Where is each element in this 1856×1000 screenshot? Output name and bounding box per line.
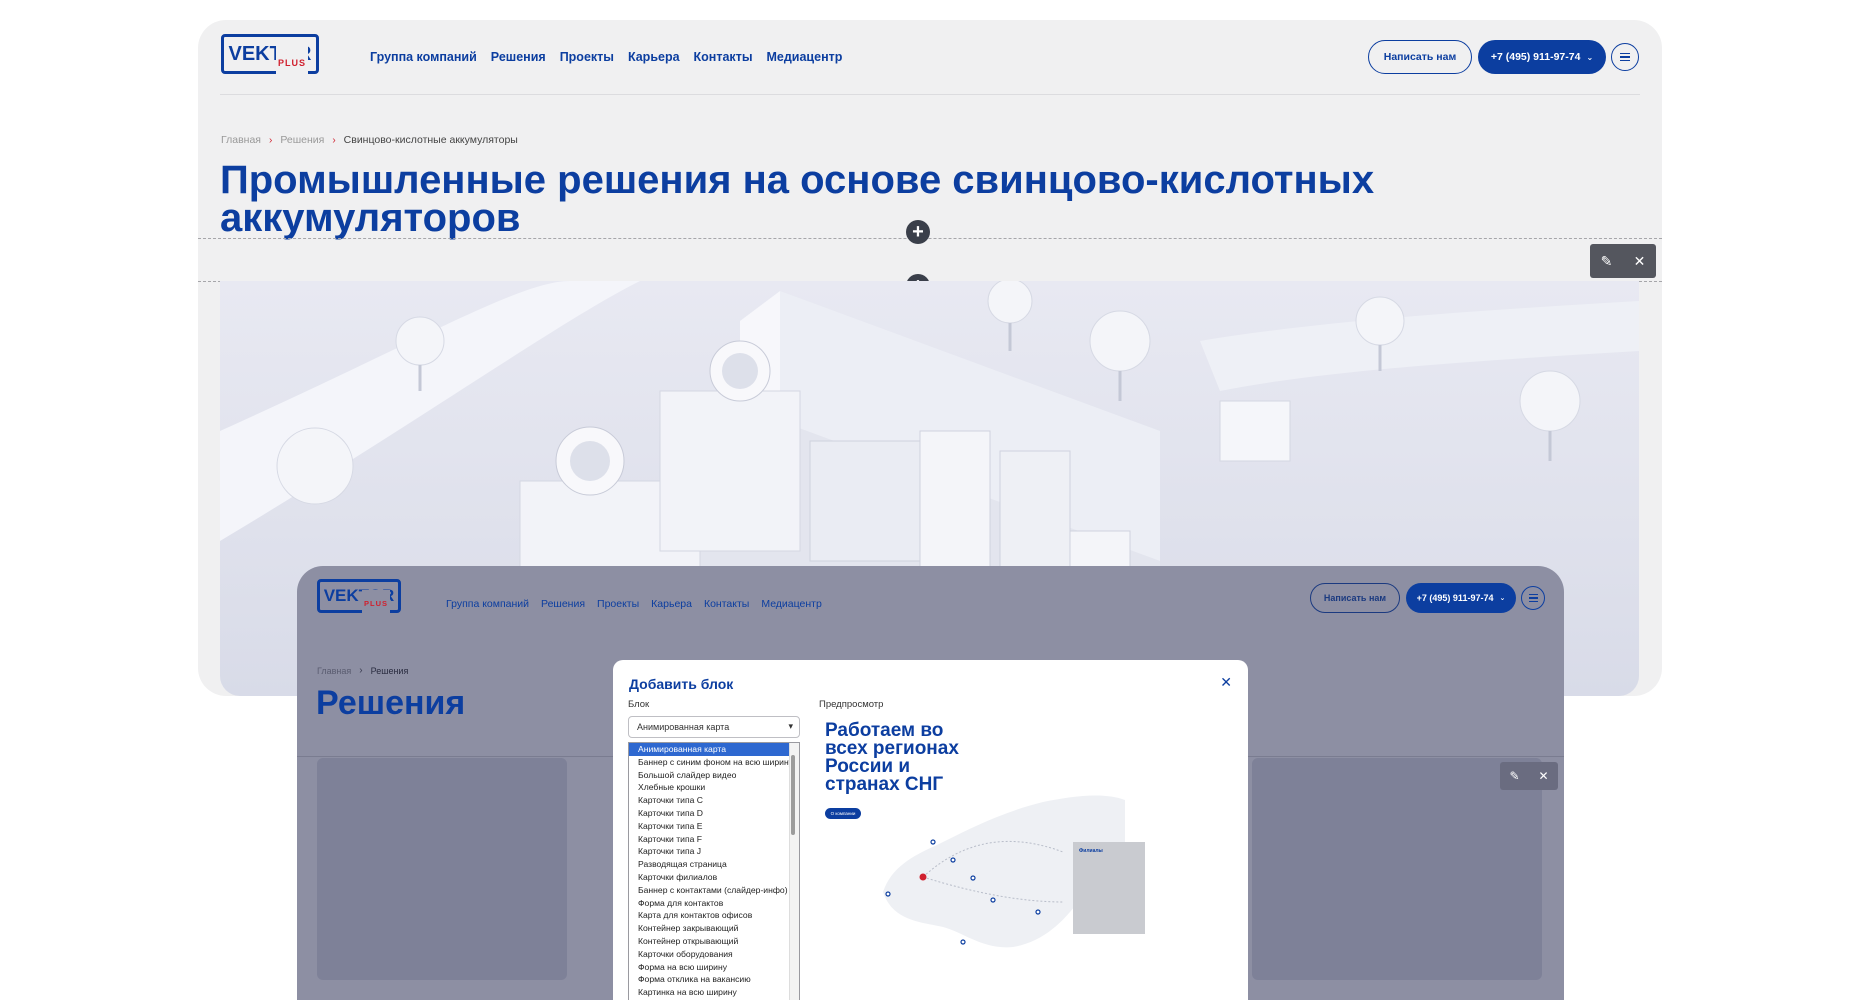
solutions-card-image <box>1252 758 1542 980</box>
list-item[interactable]: Форма для контактов <box>629 897 799 910</box>
menu-icon <box>1620 52 1630 55</box>
nav-item-solutions[interactable]: Решения <box>491 50 546 64</box>
close-icon[interactable]: ✕ <box>1634 253 1646 270</box>
list-item[interactable]: Баннер с контактами (слайдер-инфо) <box>629 884 799 897</box>
nav-item-contacts[interactable]: Контакты <box>694 50 753 64</box>
menu-button[interactable] <box>1611 43 1639 71</box>
nav-item-solutions[interactable]: Решения <box>541 598 585 610</box>
edit-icon[interactable]: ✎ <box>1601 253 1613 270</box>
breadcrumb-home[interactable]: Главная <box>221 134 261 146</box>
list-item[interactable]: Карточки типа C <box>629 794 799 807</box>
block-boundary-top <box>198 238 1662 239</box>
list-item[interactable]: Контейнер закрывающий <box>629 922 799 935</box>
phone-label: +7 (495) 911-97-74 <box>1416 593 1494 603</box>
block-toolbar: ✎ ✕ <box>1590 244 1656 278</box>
logo-sub: PLUS <box>275 46 308 80</box>
list-item[interactable]: Контейнер открывающий <box>629 935 799 948</box>
list-item[interactable]: Карточки филиалов <box>629 871 799 884</box>
breadcrumb-solutions[interactable]: Решения <box>280 134 324 146</box>
page-title: Промышленные решения на основе свинцово-… <box>220 160 1374 238</box>
modal-title: Добавить блок <box>629 676 734 692</box>
breadcrumb: Главная › Решения › Свинцово-кислотные а… <box>221 134 518 146</box>
main-nav: Группа компаний Решения Проекты Карьера … <box>446 598 822 610</box>
nav-item-contacts[interactable]: Контакты <box>704 598 749 610</box>
breadcrumb-current: Решения <box>370 665 409 676</box>
preview-label: Предпросмотр <box>819 699 884 710</box>
site-logo[interactable]: VEKTOR PLUS <box>221 34 319 80</box>
breadcrumb: Главная › Решения <box>317 665 408 676</box>
close-icon[interactable]: ✕ <box>1538 769 1548 783</box>
block-label: Блок <box>628 699 650 710</box>
list-item[interactable]: Картинка на всю ширину <box>629 986 799 999</box>
nav-item-projects[interactable]: Проекты <box>560 50 614 64</box>
page-title-line2: аккумуляторов <box>220 196 521 240</box>
preview-panel-title: Филиалы <box>1079 848 1103 854</box>
list-item[interactable]: Карточки оборудования <box>629 948 799 961</box>
edit-icon[interactable]: ✎ <box>1509 769 1519 783</box>
chevron-right-icon: › <box>268 134 273 146</box>
chevron-down-icon: ▾ <box>788 721 793 731</box>
nav-item-projects[interactable]: Проекты <box>597 598 639 610</box>
list-item[interactable]: Карточки типа D <box>629 807 799 820</box>
list-item[interactable]: Анимированная карта <box>629 743 799 756</box>
block-select-value: Анимированная карта <box>637 722 730 732</box>
logo-sub: PLUS <box>361 590 390 618</box>
close-icon[interactable]: ✕ <box>1220 674 1232 691</box>
preview-branches-panel: Филиалы <box>1073 842 1145 934</box>
write-us-button[interactable]: Написать нам <box>1310 583 1400 613</box>
nav-item-career[interactable]: Карьера <box>628 50 680 64</box>
list-item[interactable]: Разводящая страница <box>629 858 799 871</box>
editor-canvas: VEKTOR PLUS Группа компаний Решения Прое… <box>0 0 1856 1000</box>
chevron-right-icon: › <box>359 665 363 676</box>
chevron-down-icon: ⌄ <box>1586 52 1594 62</box>
chevron-right-icon: › <box>332 134 336 146</box>
block-preview: Работаем во всех регионах России и стран… <box>823 721 1183 962</box>
list-item[interactable]: Хлебные крошки <box>629 781 799 794</box>
block-options-list[interactable]: Анимированная карта Баннер с синим фоном… <box>628 742 800 1000</box>
block-select[interactable]: Анимированная карта ▾ <box>628 716 800 738</box>
phone-label: +7 (495) 911-97-74 <box>1490 51 1581 63</box>
list-item[interactable]: Баннер с синим фоном на всю ширину <box>629 756 799 769</box>
nav-item-group[interactable]: Группа компаний <box>370 50 477 64</box>
header-divider <box>220 94 1640 95</box>
nav-item-media[interactable]: Медиацентр <box>761 598 822 610</box>
nav-item-media[interactable]: Медиацентр <box>767 50 843 64</box>
list-item[interactable]: Большой слайдер видео <box>629 769 799 782</box>
page-title-line1: Промышленные решения на основе свинцово-… <box>220 158 1375 202</box>
breadcrumb-home[interactable]: Главная <box>317 666 351 676</box>
write-us-button[interactable]: Написать нам <box>1368 40 1472 74</box>
list-item[interactable]: Карта для контактов офисов <box>629 909 799 922</box>
list-item[interactable]: Карточки типа J <box>629 845 799 858</box>
menu-button[interactable] <box>1521 586 1545 610</box>
chevron-down-icon: ⌄ <box>1499 595 1506 602</box>
add-block-icon[interactable]: + <box>906 220 930 244</box>
menu-icon <box>1528 593 1538 596</box>
phone-button[interactable]: +7 (495) 911-97-74 ⌄ <box>1478 40 1606 74</box>
page-title: Решения <box>316 684 466 722</box>
site-logo[interactable]: VEKTOR PLUS <box>317 579 401 618</box>
list-item[interactable]: Карточки типа F <box>629 833 799 846</box>
list-item[interactable]: Форма отклика на вакансию <box>629 973 799 986</box>
preview-button: О компании <box>825 808 861 819</box>
main-nav: Группа компаний Решения Проекты Карьера … <box>370 50 842 64</box>
scrollbar[interactable] <box>789 743 799 1000</box>
phone-button[interactable]: +7 (495) 911-97-74 ⌄ <box>1406 583 1516 613</box>
add-block-modal: Добавить блок ✕ Блок Предпросмотр Анимир… <box>613 660 1248 1000</box>
list-item[interactable]: Карточки типа E <box>629 820 799 833</box>
nav-item-group[interactable]: Группа компаний <box>446 598 529 610</box>
list-item[interactable]: Форма на всю ширину <box>629 961 799 974</box>
solutions-card-image <box>317 758 567 980</box>
block-toolbar: ✎ ✕ <box>1500 762 1558 790</box>
breadcrumb-current: Свинцово-кислотные аккумуляторы <box>343 134 518 146</box>
nav-item-career[interactable]: Карьера <box>651 598 692 610</box>
